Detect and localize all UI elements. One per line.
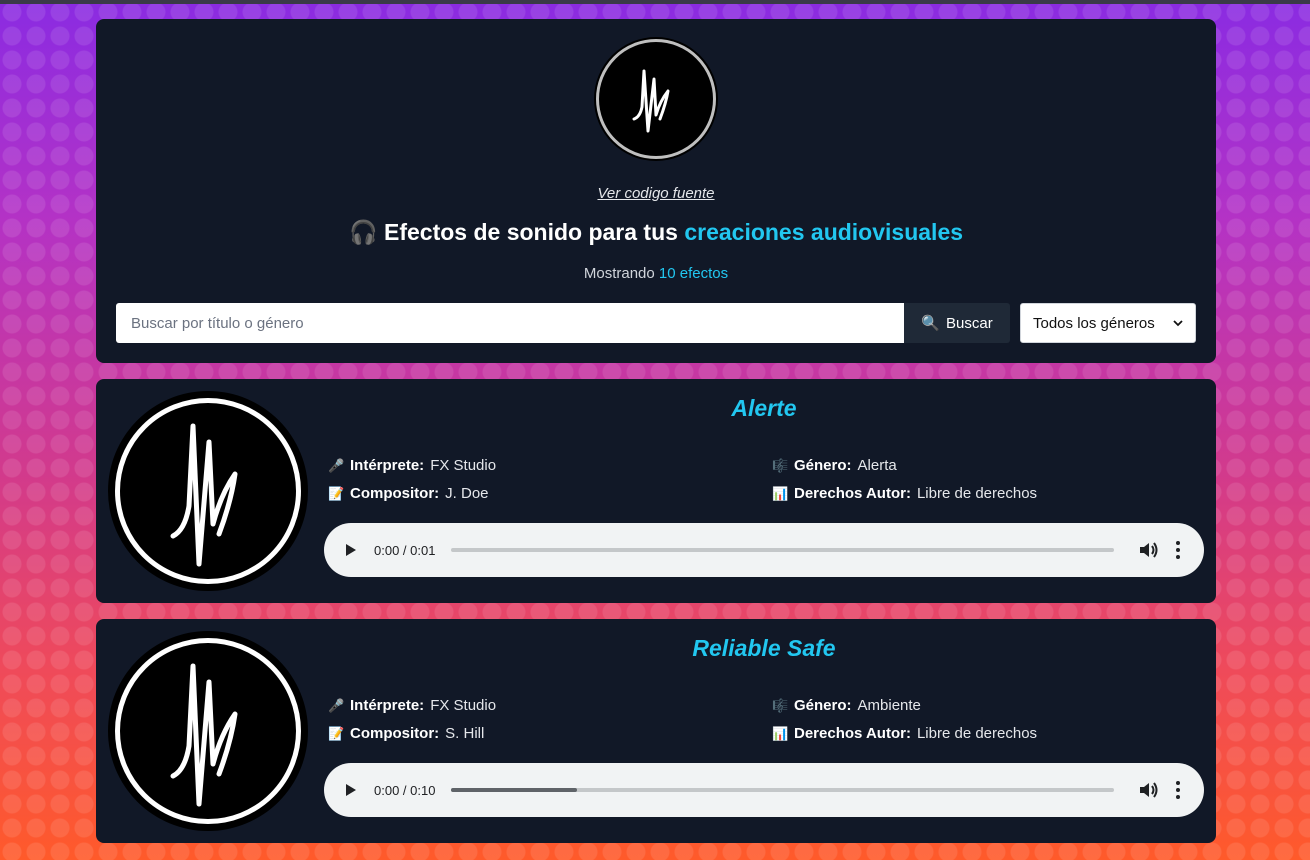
top-strip: [0, 0, 1310, 4]
bar-chart-icon: 📊: [772, 725, 789, 741]
effect-card: Reliable Safe 🎤 Intérprete: FX Studio 🎼 …: [96, 619, 1216, 843]
genre-value: Alerta: [857, 457, 897, 474]
page-title-prefix: Efectos de sonido para tus: [383, 219, 678, 245]
effect-composer: 📝 Compositor: S. Hill: [328, 725, 484, 742]
genre-label: Género:: [794, 457, 852, 474]
audio-progress-fill: [451, 788, 578, 792]
microphone-icon: 🎤: [328, 457, 345, 473]
play-icon[interactable]: [346, 544, 356, 556]
effect-cover-ring: [115, 638, 301, 824]
search-button-label: Buscar: [946, 314, 993, 332]
volume-icon[interactable]: [1138, 541, 1160, 559]
volume-icon[interactable]: [1138, 781, 1160, 799]
genre-value: Ambiente: [857, 697, 921, 714]
effect-genre: 🎼 Género: Ambiente: [772, 697, 921, 714]
site-logo: [596, 39, 716, 159]
chevron-down-icon: [1173, 320, 1183, 327]
composer-label: Compositor:: [350, 725, 440, 742]
results-count: Mostrando 10 efectos: [96, 265, 1216, 282]
performer-value: FX Studio: [430, 457, 497, 474]
effect-cover-ring: [115, 398, 301, 584]
performer-label: Intérprete:: [350, 697, 425, 714]
search-button[interactable]: 🔍 Buscar: [904, 303, 1010, 343]
composer-value: J. Doe: [445, 485, 489, 502]
rights-value: Libre de derechos: [916, 725, 1038, 742]
results-count-value: 10 efectos: [658, 265, 729, 282]
music-score-icon: 🎼: [772, 457, 789, 473]
performer-label: Intérprete:: [350, 457, 425, 474]
effect-title: Alerte: [731, 395, 797, 421]
microphone-icon: 🎤: [328, 697, 345, 713]
page-title-accent: creaciones audiovisuales: [684, 219, 964, 245]
headphones-icon: 🎧: [348, 219, 378, 245]
audio-player: 0:00 / 0:10: [324, 763, 1204, 817]
memo-icon: 📝: [328, 485, 345, 501]
effect-title: Reliable Safe: [692, 635, 836, 661]
genre-select-value: Todos los géneros: [1033, 314, 1155, 332]
rights-value: Libre de derechos: [916, 485, 1038, 502]
audio-time: 0:00 / 0:10: [374, 782, 436, 798]
source-code-link[interactable]: Ver codigo fuente: [96, 185, 1216, 202]
waveform-logo-icon: [170, 663, 238, 807]
search-icon: 🔍: [921, 315, 940, 332]
audio-player: 0:00 / 0:01: [324, 523, 1204, 577]
header-card: Ver codigo fuente 🎧 Efectos de sonido pa…: [96, 19, 1216, 363]
more-options-icon[interactable]: [1176, 781, 1180, 799]
results-count-prefix: Mostrando: [583, 265, 655, 282]
effect-composer: 📝 Compositor: J. Doe: [328, 485, 489, 502]
rights-label: Derechos Autor:: [794, 725, 911, 742]
effect-performer: 🎤 Intérprete: FX Studio: [328, 457, 496, 474]
search-input[interactable]: [116, 303, 904, 343]
audio-time: 0:00 / 0:01: [374, 542, 436, 558]
genre-label: Género:: [794, 697, 852, 714]
effect-performer: 🎤 Intérprete: FX Studio: [328, 697, 496, 714]
effect-cover: [108, 631, 308, 831]
effect-card: Alerte 🎤 Intérprete: FX Studio 🎼 Género:…: [96, 379, 1216, 603]
play-icon[interactable]: [346, 784, 356, 796]
composer-value: S. Hill: [445, 725, 485, 742]
composer-label: Compositor:: [350, 485, 440, 502]
waveform-logo-icon: [632, 69, 670, 133]
waveform-logo-icon: [170, 423, 238, 567]
effect-genre: 🎼 Género: Alerta: [772, 457, 897, 474]
music-score-icon: 🎼: [772, 697, 789, 713]
audio-progress-slider[interactable]: [451, 548, 1114, 552]
rights-label: Derechos Autor:: [794, 485, 911, 502]
more-options-icon[interactable]: [1176, 541, 1180, 559]
effect-rights: 📊 Derechos Autor: Libre de derechos: [772, 725, 1037, 742]
memo-icon: 📝: [328, 725, 345, 741]
effect-rights: 📊 Derechos Autor: Libre de derechos: [772, 485, 1037, 502]
audio-progress-slider[interactable]: [451, 788, 1114, 792]
page-title: 🎧 Efectos de sonido para tus creaciones …: [96, 219, 1216, 246]
effect-cover: [108, 391, 308, 591]
performer-value: FX Studio: [430, 697, 497, 714]
genre-select[interactable]: Todos los géneros: [1020, 303, 1196, 343]
bar-chart-icon: 📊: [772, 485, 789, 501]
